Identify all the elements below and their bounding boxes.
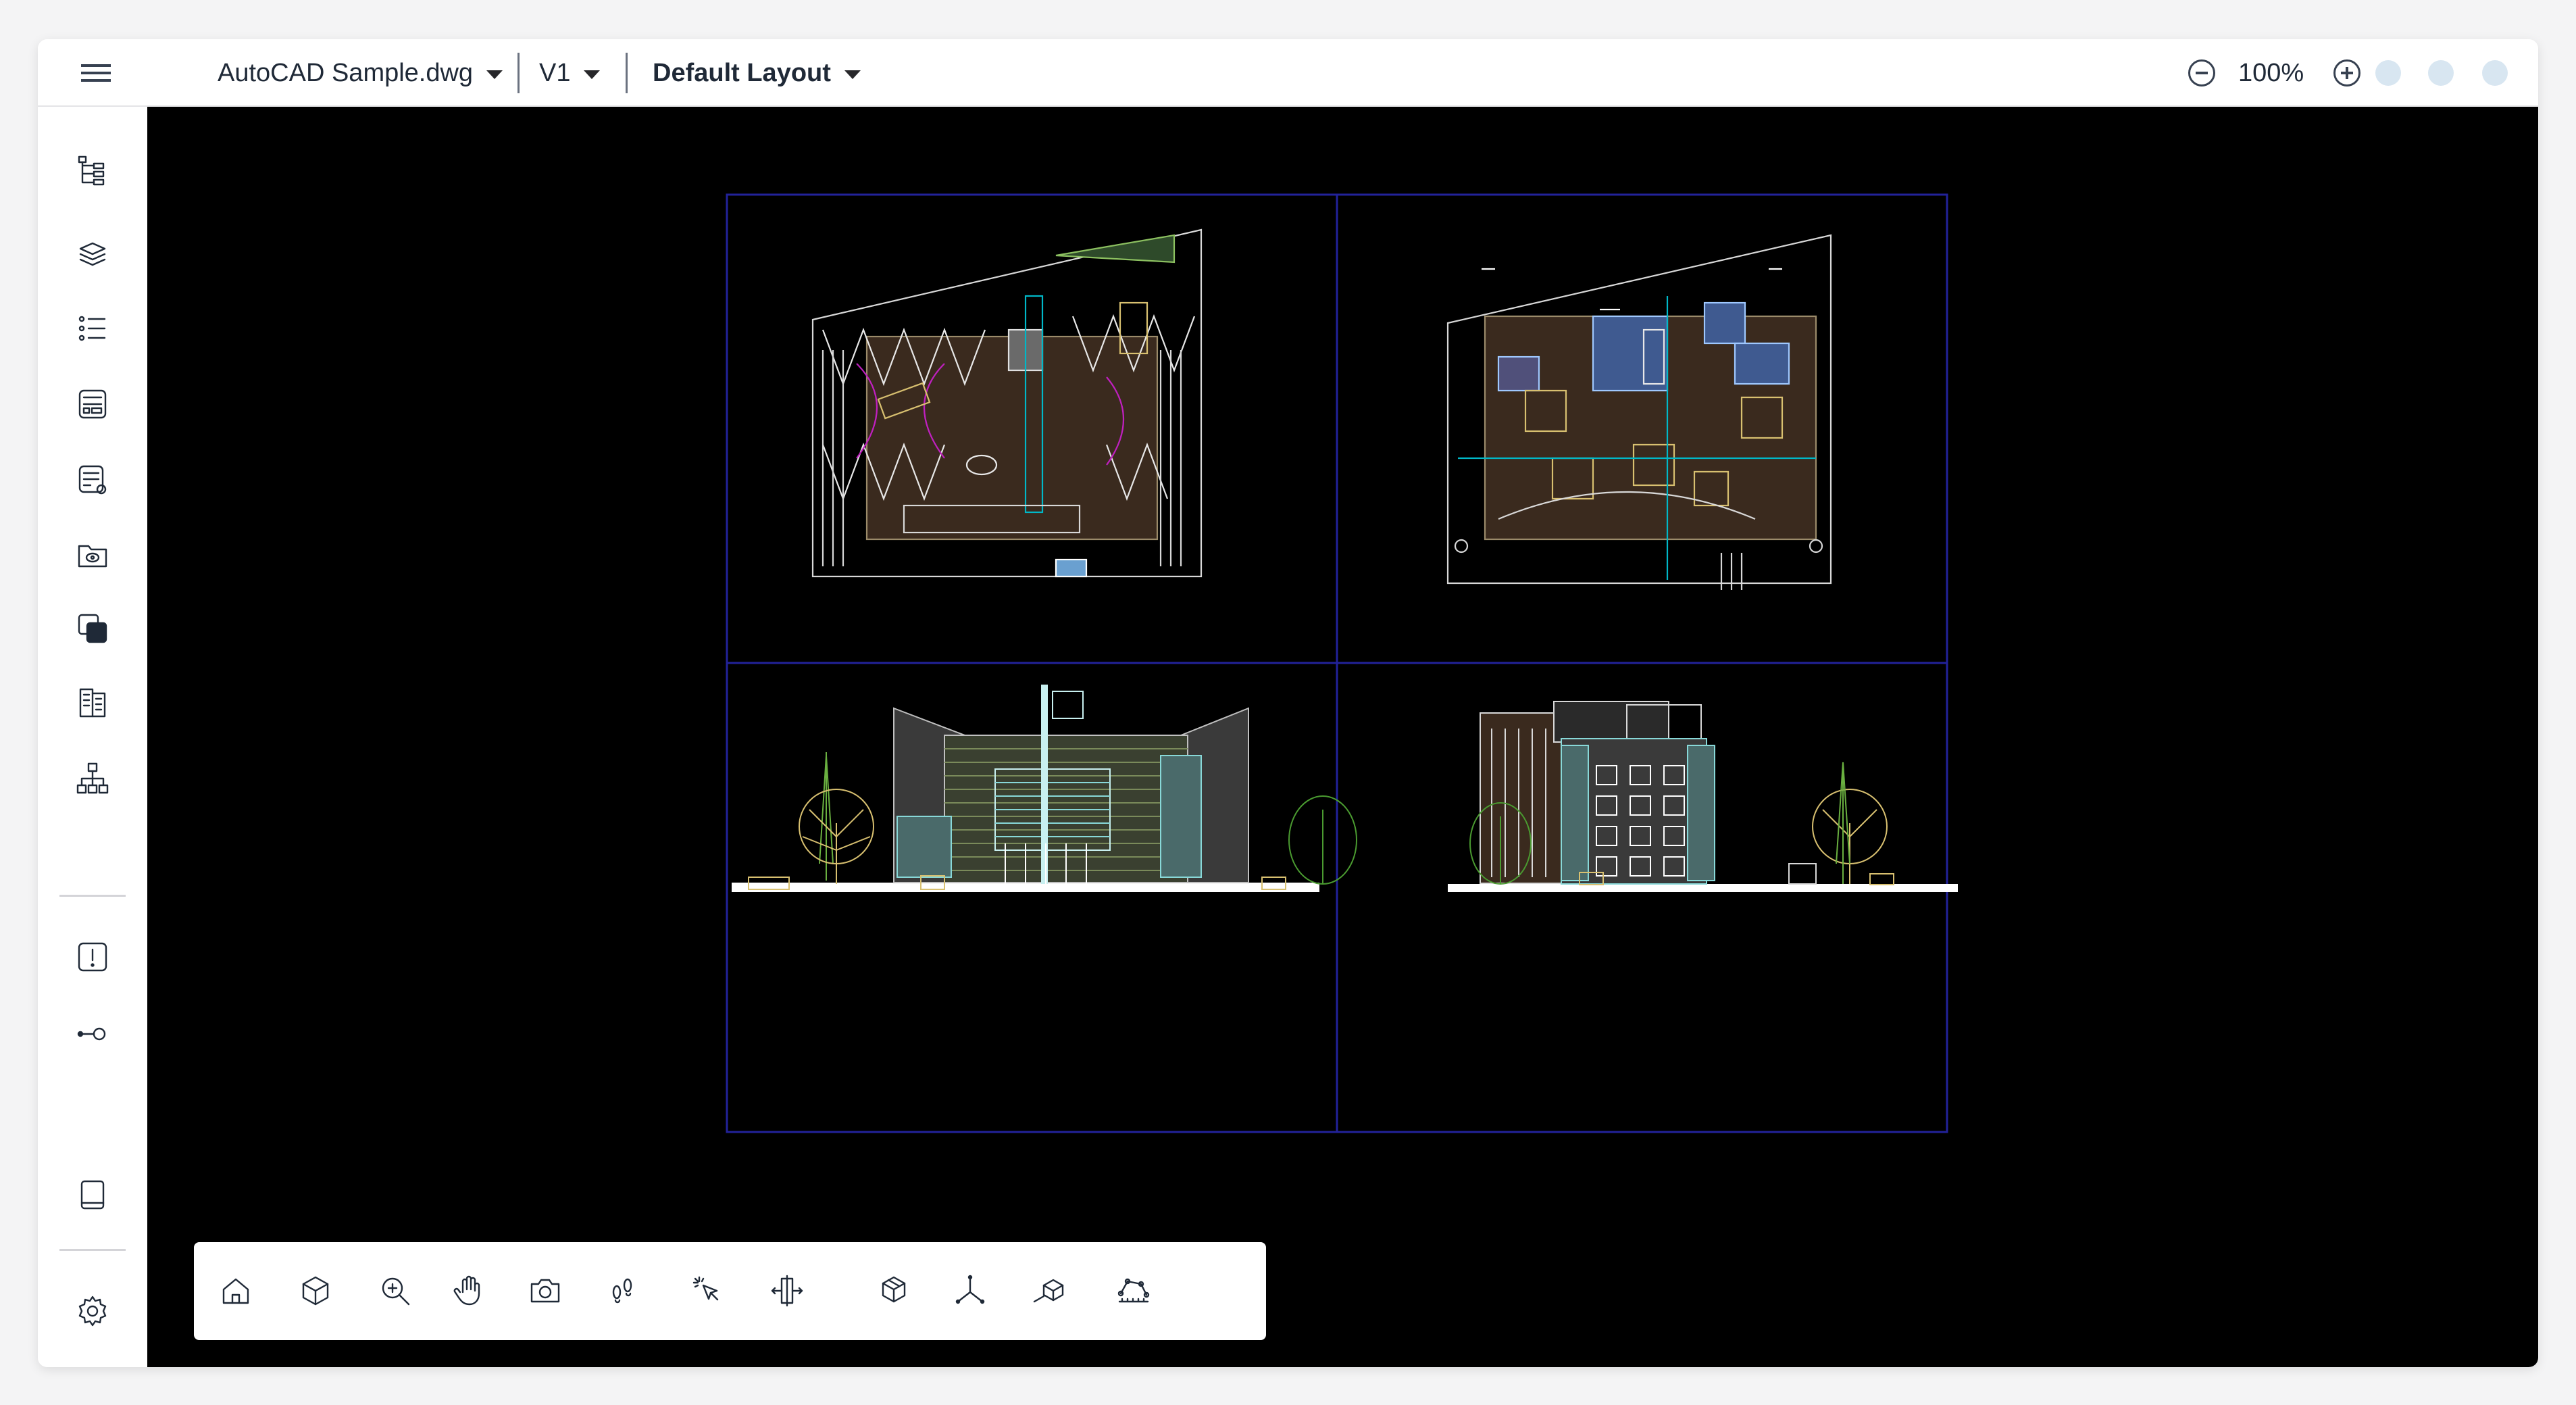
sidebar-item-connect[interactable] — [71, 1012, 114, 1056]
side-elevation — [1448, 701, 1958, 892]
top-bar: AutoCAD Sample.dwg V1 Default Layout 100… — [38, 39, 2538, 107]
sidebar-item-property-settings[interactable] — [71, 458, 114, 501]
zoom-out-button[interactable] — [2188, 39, 2215, 107]
pan-hand-icon — [453, 1275, 480, 1306]
saved-views-icon — [78, 545, 107, 568]
explode-model-button[interactable] — [869, 1266, 918, 1315]
menu-button[interactable] — [80, 39, 112, 107]
zoom-icon — [382, 1277, 410, 1306]
drawing-viewport[interactable] — [147, 107, 2538, 1367]
book-icon — [80, 1180, 105, 1210]
camera-icon — [530, 1279, 560, 1303]
divider — [626, 53, 628, 93]
property-settings-icon — [78, 465, 107, 495]
version-label: V1 — [539, 58, 571, 87]
view-cube-button[interactable] — [291, 1266, 340, 1315]
select-icon — [692, 1276, 719, 1301]
floor-plan-ground — [811, 228, 1203, 578]
front-elevation — [732, 685, 1357, 892]
zoom-out-icon — [2188, 59, 2215, 87]
measure-area-icon — [1117, 1278, 1150, 1303]
file-dropdown[interactable]: AutoCAD Sample.dwg — [218, 39, 503, 107]
floor-plan-typical — [1446, 234, 1832, 590]
sidebar-item-sheets[interactable] — [71, 681, 114, 724]
walk-mode-button[interactable] — [598, 1266, 647, 1315]
axis-icon — [955, 1275, 985, 1304]
zoom-level: 100% — [2238, 58, 2304, 87]
layout-label: Default Layout — [653, 58, 831, 87]
collaborator-avatar[interactable] — [2482, 60, 2508, 86]
sidebar-item-layers[interactable] — [71, 231, 114, 274]
file-name: AutoCAD Sample.dwg — [218, 58, 474, 87]
overlay-icon — [78, 614, 107, 643]
zoom-in-button[interactable] — [2333, 39, 2360, 107]
sidebar-item-model-tree[interactable] — [71, 149, 114, 192]
hierarchy-icon — [76, 762, 109, 794]
layout-dropdown[interactable]: Default Layout — [653, 39, 861, 107]
sidebar-item-settings[interactable] — [71, 1289, 114, 1333]
model-tree-icon — [78, 155, 105, 186]
properties-icon — [78, 389, 107, 419]
app-window: AutoCAD Sample.dwg V1 Default Layout 100… — [38, 39, 2538, 1367]
settings-icon — [78, 1296, 107, 1327]
sidebar-item-saved-views[interactable] — [71, 533, 114, 576]
measure-box-button[interactable] — [1025, 1266, 1074, 1315]
version-dropdown[interactable]: V1 — [539, 39, 601, 107]
chevron-down-icon — [844, 70, 861, 79]
sidebar-item-overlay[interactable] — [71, 607, 114, 650]
chevron-down-icon — [584, 70, 601, 79]
sidebar-divider — [59, 1249, 126, 1251]
sheets-icon — [79, 688, 106, 718]
screenshot-button[interactable] — [521, 1266, 570, 1315]
sidebar-item-list[interactable] — [71, 307, 114, 350]
section-tool-button[interactable] — [763, 1266, 811, 1315]
sidebar-divider — [59, 895, 126, 897]
bottom-toolbar — [194, 1242, 1266, 1340]
section-icon — [771, 1275, 803, 1307]
walk-icon — [612, 1278, 632, 1304]
sidebar-item-properties[interactable] — [71, 383, 114, 426]
left-sidebar — [38, 107, 147, 1367]
cube-view-icon — [302, 1276, 329, 1306]
home-icon — [222, 1278, 249, 1304]
collaborator-avatar[interactable] — [2375, 60, 2401, 86]
chevron-down-icon — [486, 70, 503, 79]
explode-icon — [882, 1276, 906, 1303]
select-tool-button[interactable] — [683, 1266, 732, 1315]
pan-tool-button[interactable] — [445, 1266, 494, 1315]
sidebar-item-book[interactable] — [71, 1173, 114, 1216]
layers-icon — [79, 242, 106, 266]
connect-icon — [77, 1027, 106, 1041]
hamburger-icon — [81, 64, 111, 82]
home-view-button[interactable] — [211, 1266, 260, 1315]
sidebar-item-hierarchy[interactable] — [71, 757, 114, 800]
cad-drawing[interactable] — [147, 107, 2538, 1367]
divider — [517, 53, 520, 93]
sidebar-item-issues[interactable] — [71, 935, 114, 979]
measure-area-button[interactable] — [1109, 1266, 1157, 1315]
zoom-tool-button[interactable] — [371, 1266, 420, 1315]
issues-icon — [78, 942, 107, 972]
collaborator-avatar[interactable] — [2428, 60, 2454, 86]
list-icon — [78, 316, 106, 341]
axis-tool-button[interactable] — [946, 1266, 994, 1315]
measure-box-icon — [1033, 1279, 1064, 1303]
zoom-in-icon — [2333, 59, 2360, 87]
